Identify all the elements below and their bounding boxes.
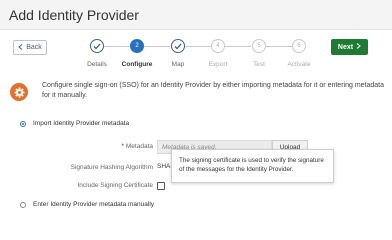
check-icon	[93, 37, 101, 55]
page-title: Add Identity Provider	[9, 7, 139, 23]
chevron-right-icon	[356, 43, 361, 51]
required-marker: *	[121, 143, 124, 150]
check-icon	[174, 37, 182, 55]
info-text: Configure single sign-on (SSO) for an Id…	[42, 82, 385, 99]
train-step-configure[interactable]: 2	[130, 39, 144, 53]
train-step-map[interactable]	[171, 39, 185, 53]
include-certificate-checkbox[interactable]	[157, 182, 165, 190]
import-metadata-label: Import Identity Provider metadata	[33, 120, 130, 127]
train-step-details[interactable]	[90, 39, 104, 53]
train-connector	[266, 46, 292, 47]
train-step-number: 2	[135, 43, 139, 49]
train-step-label: Activate	[287, 61, 311, 68]
train-step-test[interactable]: 5	[252, 39, 266, 53]
train-step-label: Test	[253, 61, 265, 68]
train-step-label: Configure	[121, 61, 153, 68]
train-connector	[104, 46, 130, 47]
train-step-export[interactable]: 4	[211, 39, 225, 53]
metadata-label: * Metadata	[121, 143, 153, 150]
back-button[interactable]: Back	[13, 40, 47, 55]
gear-icon	[10, 83, 28, 101]
manual-metadata-radio[interactable]	[20, 202, 26, 208]
back-button-label: Back	[26, 44, 42, 51]
chevron-left-icon	[18, 43, 23, 52]
manual-metadata-label: Enter Identity Provider metadata manuall…	[33, 201, 155, 208]
include-certificate-label: Include Signing Certificate	[77, 182, 153, 189]
train-step-label: Map	[171, 61, 185, 68]
next-button[interactable]: Next	[331, 39, 368, 55]
page-header: Add Identity Provider	[0, 0, 392, 30]
signing-certificate-tooltip: The signing certificate is used to verif…	[171, 149, 334, 183]
train-step-label: Export	[208, 61, 228, 68]
train-step-number: 4	[216, 43, 220, 49]
train-connector	[225, 46, 251, 47]
info-banner: Configure single sign-on (SSO) for an Id…	[8, 79, 388, 107]
train-connector	[144, 46, 170, 47]
hashing-algorithm-label: Signature Hashing Algorithm	[70, 164, 153, 171]
import-metadata-radio[interactable]	[20, 121, 26, 127]
train-step-number: 5	[257, 43, 261, 49]
train-step-label: Details	[87, 61, 107, 68]
train-connector	[185, 46, 211, 47]
train-step-activate[interactable]: 6	[292, 39, 306, 53]
train-step-number: 6	[297, 43, 301, 49]
next-button-label: Next	[337, 43, 354, 51]
